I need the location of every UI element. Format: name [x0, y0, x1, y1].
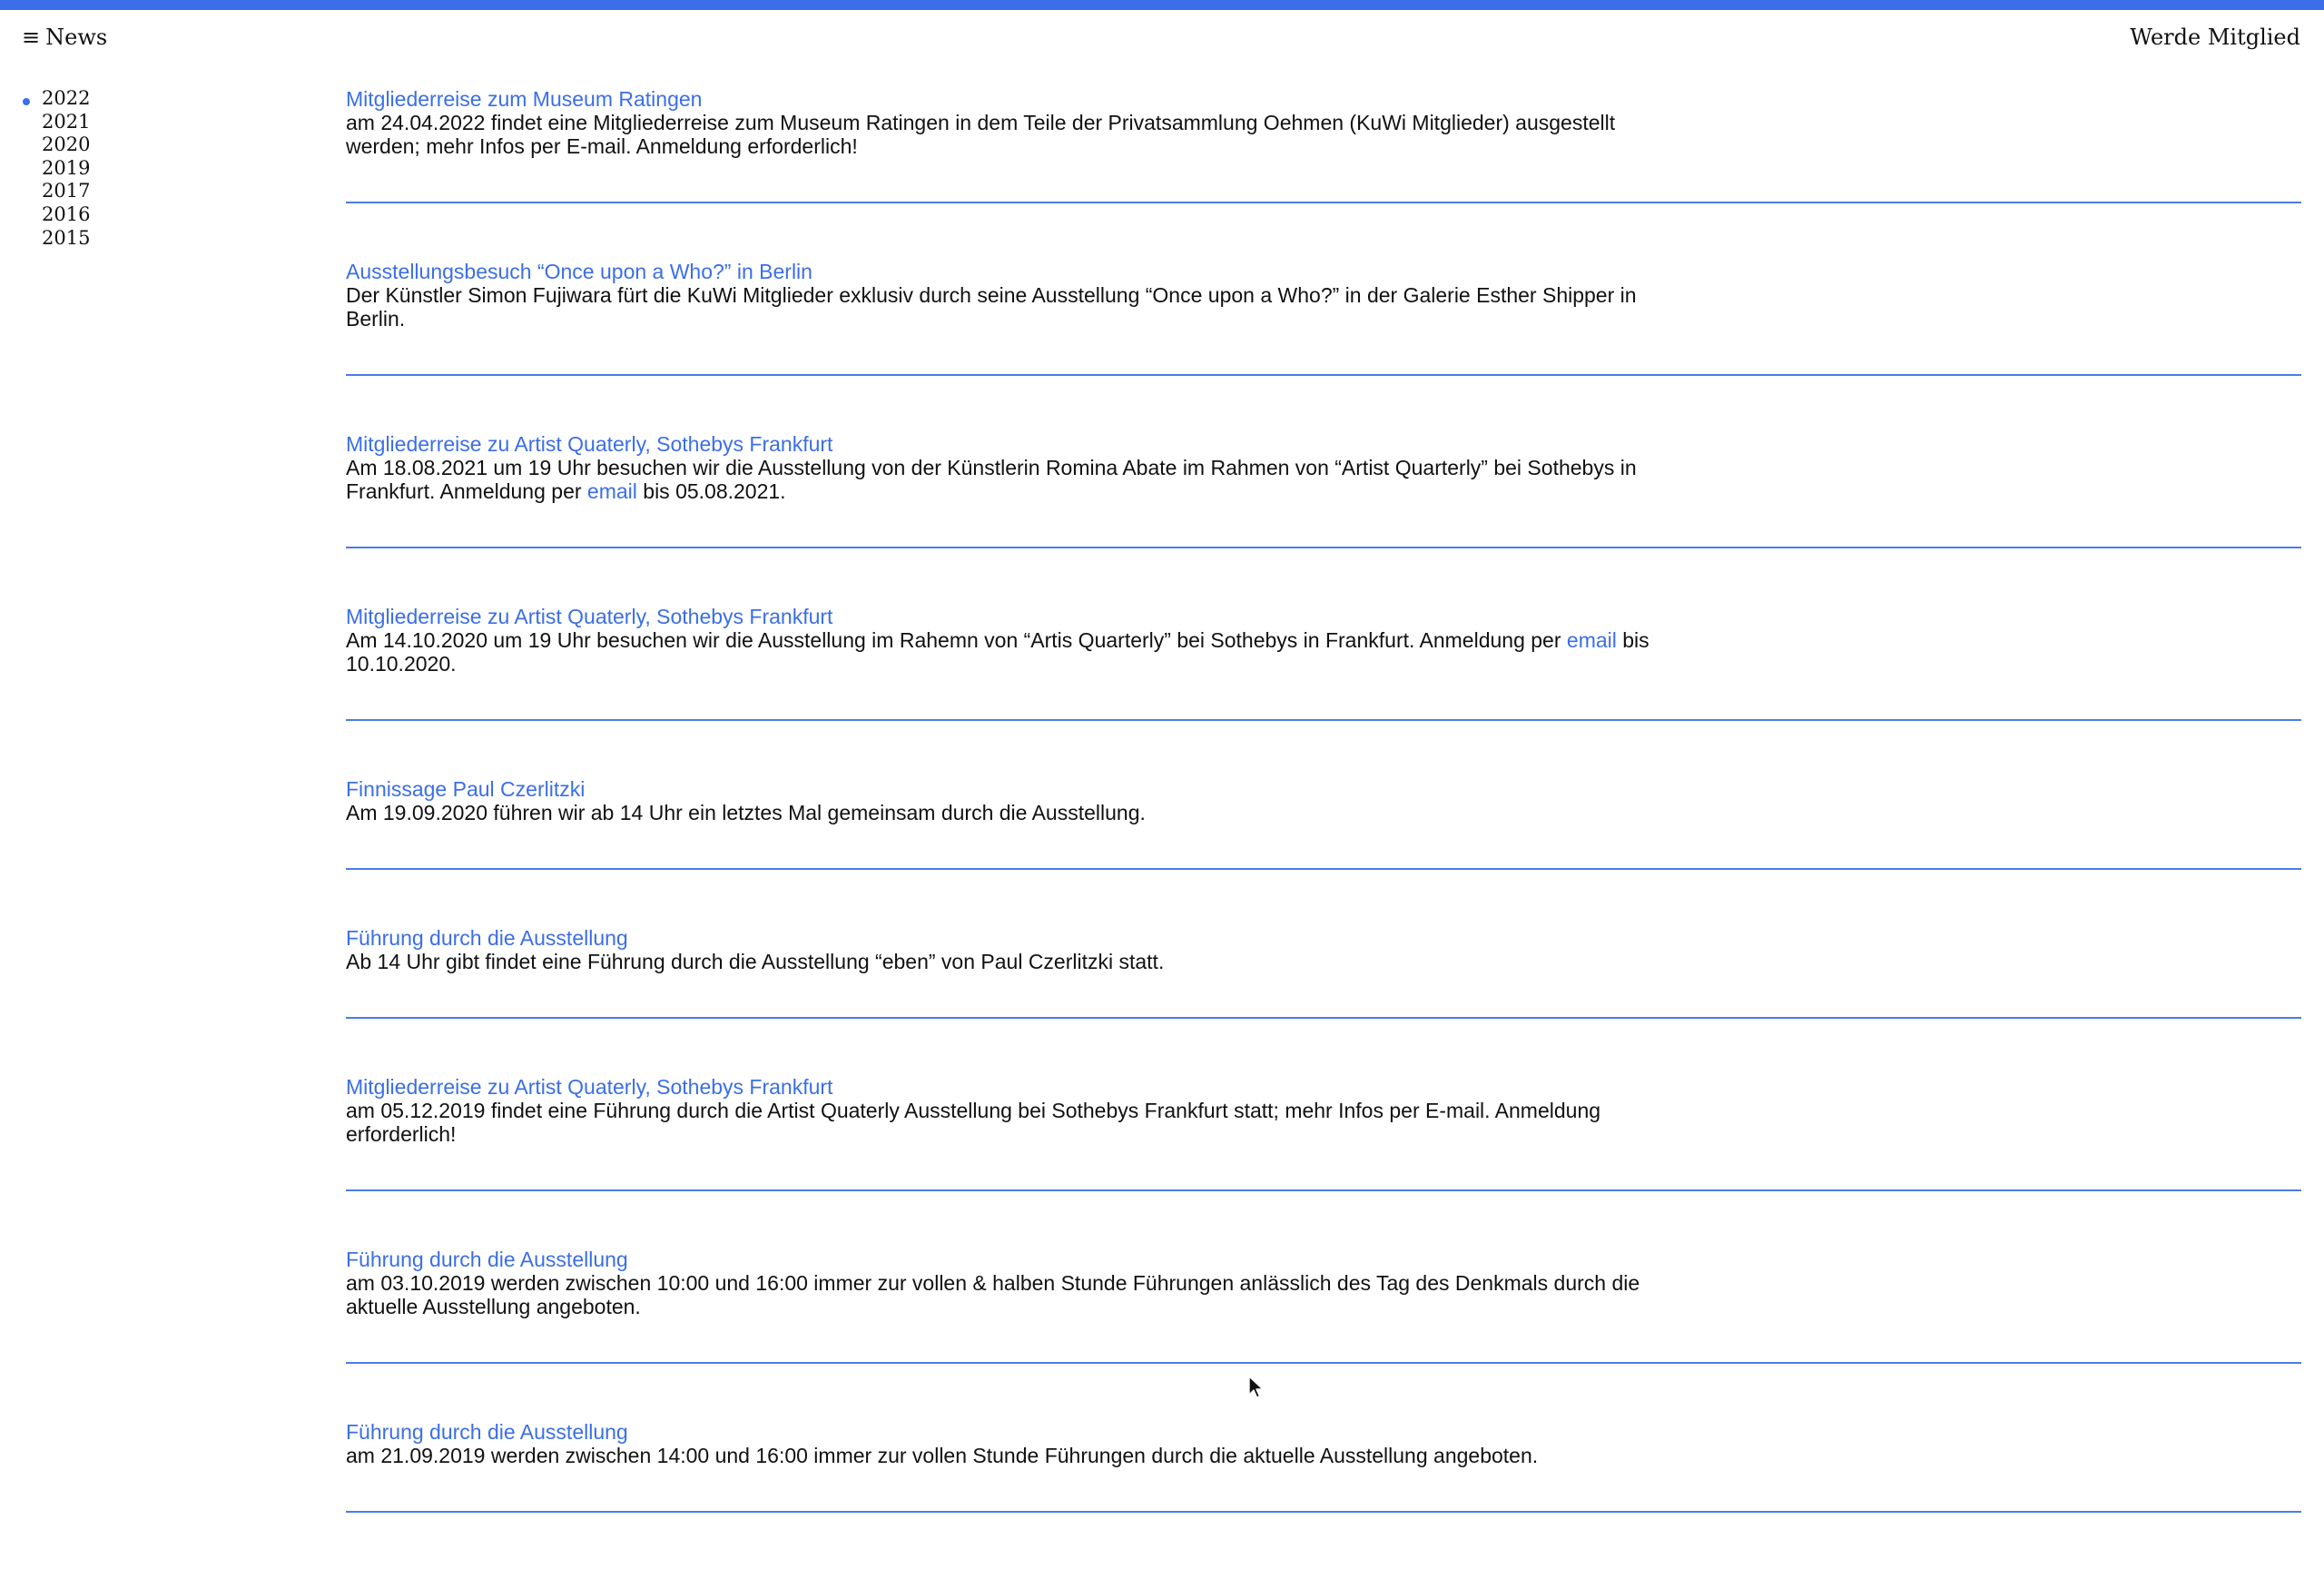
news-description: Am 18.08.2021 um 19 Uhr besuchen wir die…	[346, 456, 1637, 503]
news-item: Mitgliederreise zu Artist Quaterly, Soth…	[346, 1075, 2301, 1191]
email-link[interactable]: email	[587, 479, 637, 503]
hamburger-icon: ≡	[22, 25, 41, 50]
news-item: Führung durch die Ausstellung am 21.09.2…	[346, 1420, 2301, 1513]
news-item: Führung durch die Ausstellung am 03.10.2…	[346, 1248, 2301, 1364]
news-title-link[interactable]: Mitgliederreise zum Museum Ratingen	[346, 87, 2301, 111]
year-filter-item[interactable]: 2021	[42, 111, 90, 134]
mouse-cursor-icon	[1248, 1376, 1264, 1398]
news-item: Mitgliederreise zum Museum Ratingen am 2…	[346, 87, 2301, 203]
news-item: Ausstellungsbesuch “Once upon a Who?” in…	[346, 260, 2301, 376]
news-item: Finnissage Paul Czerlitzki Am 19.09.2020…	[346, 777, 2301, 870]
news-description: am 05.12.2019 findet eine Führung durch …	[346, 1099, 1601, 1146]
news-description: am 24.04.2022 findet eine Mitgliederreis…	[346, 111, 1616, 158]
news-description: Am 14.10.2020 um 19 Uhr besuchen wir die…	[346, 628, 1649, 676]
year-filter-item[interactable]: 2019	[42, 157, 90, 181]
news-title-link[interactable]: Mitgliederreise zu Artist Quaterly, Soth…	[346, 605, 2301, 628]
news-title-link[interactable]: Ausstellungsbesuch “Once upon a Who?” in…	[346, 260, 2301, 283]
news-title-link[interactable]: Führung durch die Ausstellung	[346, 1248, 2301, 1271]
news-item: Mitgliederreise zu Artist Quaterly, Soth…	[346, 432, 2301, 548]
news-item: Führung durch die Ausstellung Ab 14 Uhr …	[346, 926, 2301, 1019]
news-title-link[interactable]: Finnissage Paul Czerlitzki	[346, 777, 2301, 801]
news-description: Am 19.09.2020 führen wir ab 14 Uhr ein l…	[346, 801, 1146, 824]
year-filter-item[interactable]: 2022	[22, 87, 90, 111]
top-accent-bar	[0, 0, 2324, 10]
year-filter-item[interactable]: 2016	[42, 203, 90, 227]
news-description: am 03.10.2019 werden zwischen 10:00 und …	[346, 1271, 1640, 1318]
menu-button[interactable]: ≡ News	[22, 25, 107, 50]
news-description: Ab 14 Uhr gibt findet eine Führung durch…	[346, 950, 1165, 973]
year-filter-item[interactable]: 2020	[42, 133, 90, 157]
news-item: Mitgliederreise zu Artist Quaterly, Soth…	[346, 605, 2301, 721]
news-description: Der Künstler Simon Fujiwara fürt die KuW…	[346, 283, 1637, 331]
news-title-link[interactable]: Führung durch die Ausstellung	[346, 1420, 2301, 1444]
menu-label: News	[45, 25, 108, 50]
membership-link[interactable]: Werde Mitglied	[2130, 25, 2300, 50]
site-header: ≡ News Werde Mitglied	[0, 10, 2324, 64]
news-title-link[interactable]: Mitgliederreise zu Artist Quaterly, Soth…	[346, 1075, 2301, 1099]
news-title-link[interactable]: Mitgliederreise zu Artist Quaterly, Soth…	[346, 432, 2301, 456]
news-list: Mitgliederreise zum Museum Ratingen am 2…	[346, 87, 2301, 1569]
news-description: am 21.09.2019 werden zwischen 14:00 und …	[346, 1444, 1539, 1467]
year-filter-item[interactable]: 2017	[42, 180, 90, 203]
year-filter: 2022 2021 2020 2019 2017 2016 2015	[22, 87, 90, 251]
year-filter-item[interactable]: 2015	[42, 227, 90, 251]
news-title-link[interactable]: Führung durch die Ausstellung	[346, 926, 2301, 950]
email-link[interactable]: email	[1567, 628, 1617, 652]
